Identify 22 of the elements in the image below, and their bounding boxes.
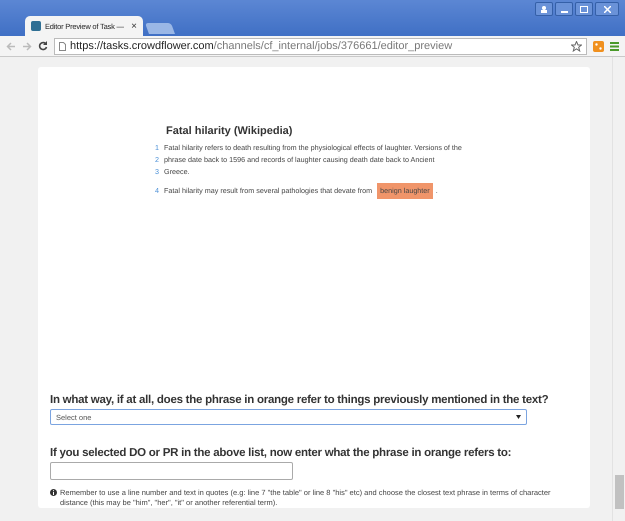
- page-icon: [59, 42, 66, 50]
- star-icon[interactable]: [571, 40, 582, 52]
- answer-field[interactable]: [50, 462, 293, 480]
- new-tab-button[interactable]: [145, 23, 175, 34]
- scroll-thumb[interactable]: [614, 475, 624, 509]
- question-label: If you selected DO or PR in the above list, now enter what the phrase in orange refers to:: [50, 447, 512, 459]
- extension-icon[interactable]: [593, 40, 604, 52]
- address-bar[interactable]: https://tasks.crowdflower.com/channels/cf_internal/jobs/376661/editor_preview: [54, 38, 587, 54]
- maximize-icon[interactable]: [575, 2, 593, 16]
- info-icon: [50, 489, 57, 496]
- question-label: In what way, if at all, does the phrase in orange refer to things previously mentioned in the text?: [50, 394, 550, 406]
- reload-icon[interactable]: [38, 41, 48, 51]
- article-title: Fatal hilarity (Wikipedia): [166, 125, 294, 137]
- favicon-icon: [31, 21, 41, 31]
- back-icon[interactable]: [6, 42, 16, 50]
- tab-close-button[interactable]: ×: [131, 20, 137, 32]
- minimize-icon[interactable]: [555, 2, 573, 16]
- user-icon[interactable]: [535, 2, 553, 16]
- caret-icon: [516, 415, 521, 419]
- forward-icon[interactable]: [22, 42, 32, 50]
- menu-icon[interactable]: [610, 42, 619, 50]
- close-icon[interactable]: [595, 2, 619, 16]
